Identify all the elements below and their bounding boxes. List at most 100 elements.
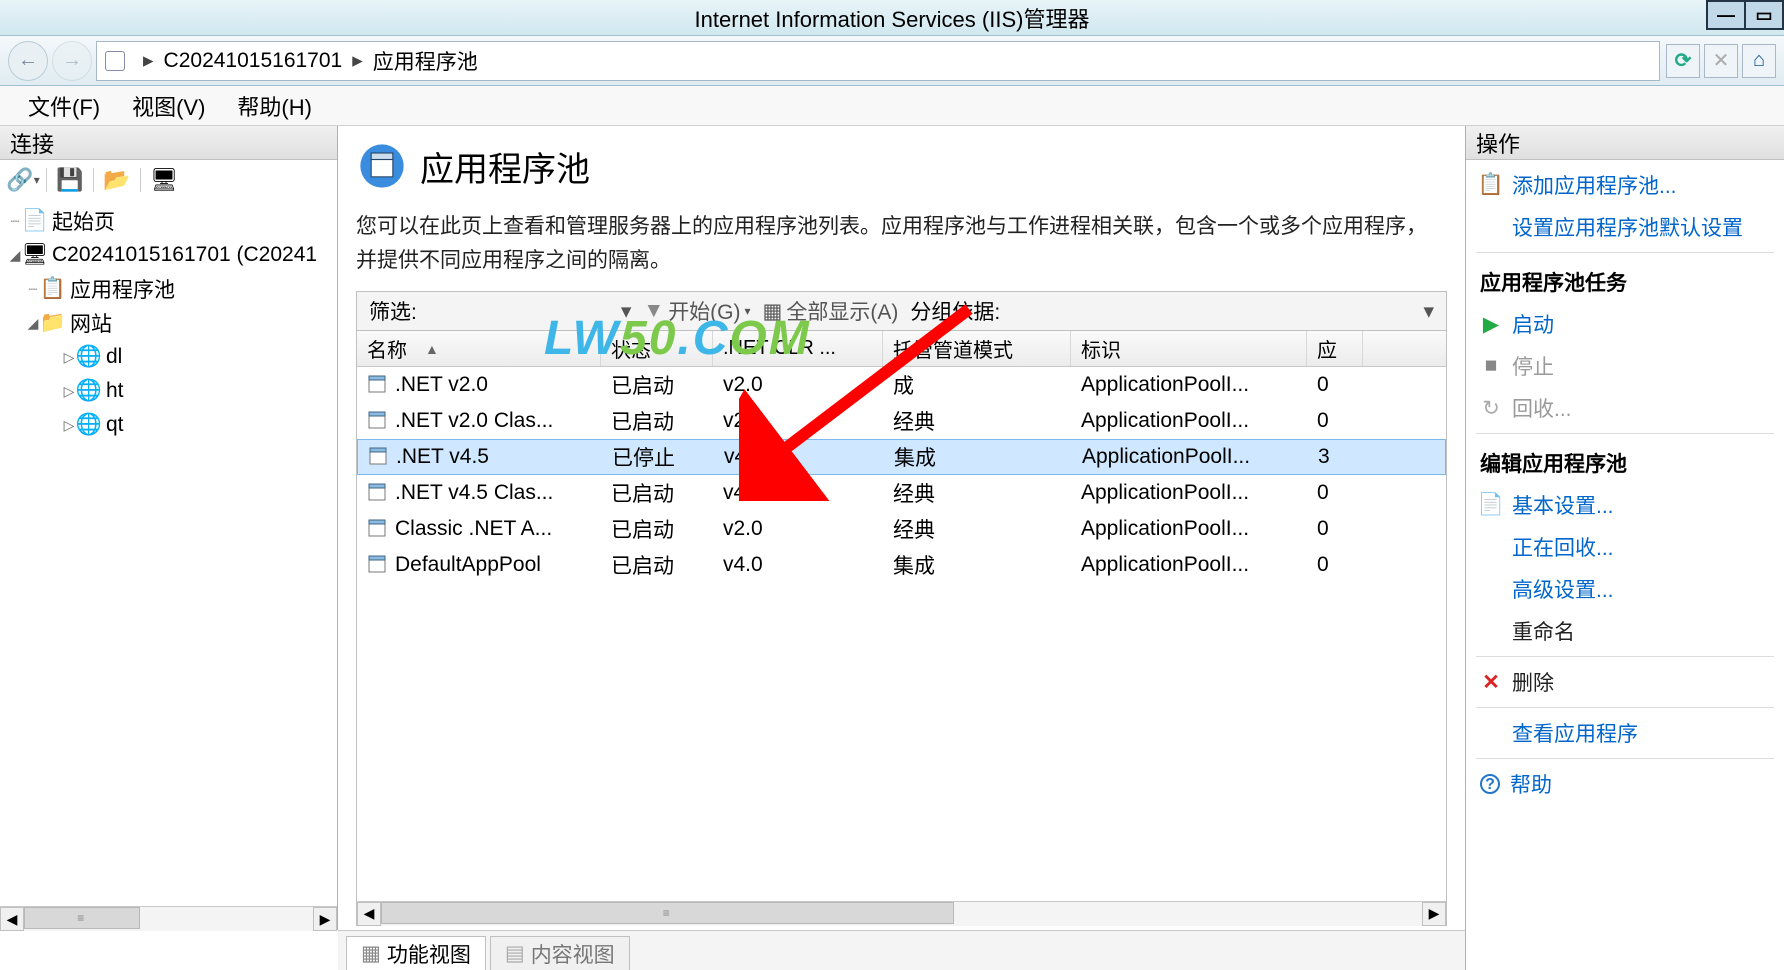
connections-tree[interactable]: ┈ 📄 起始页 ◢ 🖥 C20241015161701 (C20241 ┈ 📋 … bbox=[0, 200, 337, 906]
tree-site-item[interactable]: ▷🌐dl bbox=[0, 340, 337, 374]
tree-toolbar: 🔗▾ 💾 📂 🖥 bbox=[0, 160, 337, 200]
breadcrumb-sep-icon: ▸ bbox=[352, 48, 363, 73]
table-row[interactable]: .NET v2.0已启动v2.0成ApplicationPoolI...0 bbox=[357, 367, 1446, 403]
action-label: 删除 bbox=[1512, 667, 1554, 697]
cell-apps: 0 bbox=[1307, 407, 1363, 435]
action-label: 重命名 bbox=[1512, 616, 1575, 646]
column-state[interactable]: 状态 bbox=[601, 331, 713, 366]
scroll-thumb[interactable]: ≡ bbox=[381, 902, 954, 924]
action-delete[interactable]: ✕ 删除 bbox=[1466, 661, 1784, 703]
cell-pipeline: 经典 bbox=[883, 476, 1071, 510]
action-help[interactable]: ? 帮助 bbox=[1466, 763, 1784, 805]
action-start[interactable]: ▶ 启动 bbox=[1466, 303, 1784, 345]
connect-dropdown[interactable]: 🔗▾ bbox=[8, 165, 38, 195]
page-title: 应用程序池 bbox=[420, 142, 590, 191]
breadcrumb[interactable]: ▸ C20241015161701 ▸ 应用程序池 bbox=[96, 41, 1660, 81]
scroll-track[interactable]: ≡ bbox=[24, 907, 313, 931]
tab-features-view[interactable]: ▦ 功能视图 bbox=[346, 936, 486, 970]
column-clr[interactable]: .NET CLR ... bbox=[713, 331, 883, 366]
features-view-icon: ▦ bbox=[361, 941, 381, 966]
action-add-pool[interactable]: 📋 添加应用程序池... bbox=[1466, 164, 1784, 206]
grid-horizontal-scrollbar[interactable]: ◀ ≡ ▶ bbox=[357, 901, 1446, 925]
action-rename[interactable]: 重命名 bbox=[1466, 610, 1784, 652]
breadcrumb-node[interactable]: 应用程序池 bbox=[373, 46, 478, 76]
action-label: 基本设置... bbox=[1512, 490, 1614, 520]
page-description: 您可以在此页上查看和管理服务器上的应用程序池列表。应用程序池与工作进程相关联，包… bbox=[356, 210, 1447, 277]
actions-header: 操作 bbox=[1466, 126, 1784, 160]
scroll-right-button[interactable]: ▶ bbox=[1422, 902, 1446, 926]
tree-sites[interactable]: ◢ 📁 网站 bbox=[0, 306, 337, 340]
minimize-button[interactable]: — bbox=[1706, 0, 1746, 30]
menu-file[interactable]: 文件(F) bbox=[12, 86, 116, 126]
action-label: 添加应用程序池... bbox=[1512, 170, 1677, 200]
show-all-button[interactable]: ▦ 全部显示(A) bbox=[763, 296, 899, 326]
action-view-apps[interactable]: 查看应用程序 bbox=[1466, 712, 1784, 754]
view-dropdown-icon[interactable]: ▾ bbox=[1423, 299, 1434, 324]
blank-icon bbox=[1480, 578, 1502, 600]
tree-start-page[interactable]: ┈ 📄 起始页 bbox=[0, 204, 337, 238]
tab-content-view[interactable]: ▤ 内容视图 bbox=[490, 936, 630, 970]
recycle-icon: ↻ bbox=[1480, 397, 1502, 419]
refresh-button[interactable]: ⟳ bbox=[1666, 44, 1700, 78]
action-label: 启动 bbox=[1512, 309, 1554, 339]
action-label: 正在回收... bbox=[1512, 532, 1614, 562]
tree-server-node[interactable]: ◢ 🖥 C20241015161701 (C20241 bbox=[0, 238, 337, 272]
left-horizontal-scrollbar[interactable]: ◀ ≡ ▶ bbox=[0, 906, 337, 930]
scroll-track[interactable]: ≡ bbox=[381, 902, 1422, 926]
column-pipeline[interactable]: 托管管道模式 bbox=[883, 331, 1071, 366]
forward-button[interactable]: → bbox=[52, 41, 92, 81]
column-identity[interactable]: 标识 bbox=[1071, 331, 1307, 366]
tree-app-pools[interactable]: ┈ 📋 应用程序池 bbox=[0, 272, 337, 306]
separator bbox=[1476, 252, 1774, 253]
scroll-left-button[interactable]: ◀ bbox=[0, 907, 24, 931]
breadcrumb-server[interactable]: C20241015161701 bbox=[164, 49, 343, 73]
cell-identity: ApplicationPoolI... bbox=[1071, 515, 1307, 543]
back-button[interactable]: ← bbox=[8, 41, 48, 81]
grid-body[interactable]: .NET v2.0已启动v2.0成ApplicationPoolI...0.NE… bbox=[357, 367, 1446, 901]
maximize-button[interactable]: ▭ bbox=[1744, 0, 1784, 30]
scroll-left-button[interactable]: ◀ bbox=[357, 902, 381, 926]
action-basic-settings[interactable]: 📄 基本设置... bbox=[1466, 484, 1784, 526]
cell-identity: ApplicationPoolI... bbox=[1071, 407, 1307, 435]
filter-go-button[interactable]: ▼ 开始(G) ▾ bbox=[643, 296, 750, 326]
action-label: 设置应用程序池默认设置 bbox=[1512, 212, 1743, 242]
table-row[interactable]: DefaultAppPool已启动v4.0集成ApplicationPoolI.… bbox=[357, 547, 1446, 583]
action-advanced-settings[interactable]: 高级设置... bbox=[1466, 568, 1784, 610]
action-set-defaults[interactable]: 设置应用程序池默认设置 bbox=[1466, 206, 1784, 248]
forward-arrow-icon: → bbox=[62, 49, 82, 72]
cell-pipeline: 经典 bbox=[883, 512, 1071, 546]
remove-button[interactable]: 🖥 bbox=[149, 165, 179, 195]
table-row[interactable]: .NET v2.0 Clas...已启动v2.0经典ApplicationPoo… bbox=[357, 403, 1446, 439]
folder-icon: 📂 bbox=[103, 167, 130, 193]
separator bbox=[1476, 707, 1774, 708]
action-recycling[interactable]: 正在回收... bbox=[1466, 526, 1784, 568]
action-recycle[interactable]: ↻ 回收... bbox=[1466, 387, 1784, 429]
settings-icon: 📄 bbox=[1480, 494, 1502, 516]
globe-icon: 🌐 bbox=[78, 346, 100, 368]
cell-state: 已启动 bbox=[601, 404, 713, 438]
scroll-right-button[interactable]: ▶ bbox=[313, 907, 337, 931]
tree-site-item[interactable]: ▷🌐qt bbox=[0, 408, 337, 442]
table-row[interactable]: Classic .NET A...已启动v2.0经典ApplicationPoo… bbox=[357, 511, 1446, 547]
menu-help[interactable]: 帮助(H) bbox=[221, 86, 328, 126]
filter-input[interactable] bbox=[429, 298, 609, 324]
scroll-thumb[interactable]: ≡ bbox=[24, 907, 140, 929]
table-row[interactable]: .NET v4.5已停止v4.0集成ApplicationPoolI...3 bbox=[357, 439, 1446, 475]
home-button[interactable]: ⌂ bbox=[1742, 44, 1776, 78]
open-button[interactable]: 📂 bbox=[102, 165, 132, 195]
cell-apps: 0 bbox=[1307, 551, 1363, 579]
cell-apps: 0 bbox=[1307, 479, 1363, 507]
column-apps[interactable]: 应 bbox=[1307, 331, 1363, 366]
menu-view[interactable]: 视图(V) bbox=[116, 86, 221, 126]
column-name[interactable]: 名称 ▲ bbox=[357, 331, 601, 366]
window-buttons: — ▭ bbox=[1708, 0, 1784, 30]
table-row[interactable]: .NET v4.5 Clas...已启动v4.0经典ApplicationPoo… bbox=[357, 475, 1446, 511]
save-button[interactable]: 💾 bbox=[55, 165, 85, 195]
stop-button[interactable]: ✕ bbox=[1704, 44, 1738, 78]
action-stop[interactable]: ■ 停止 bbox=[1466, 345, 1784, 387]
cell-state: 已启动 bbox=[601, 368, 713, 402]
cell-clr: v4.0 bbox=[714, 443, 884, 471]
filter-dropdown-icon[interactable]: ▾ bbox=[621, 299, 632, 324]
tree-site-item[interactable]: ▷🌐ht bbox=[0, 374, 337, 408]
cell-pipeline: 成 bbox=[883, 368, 1071, 402]
